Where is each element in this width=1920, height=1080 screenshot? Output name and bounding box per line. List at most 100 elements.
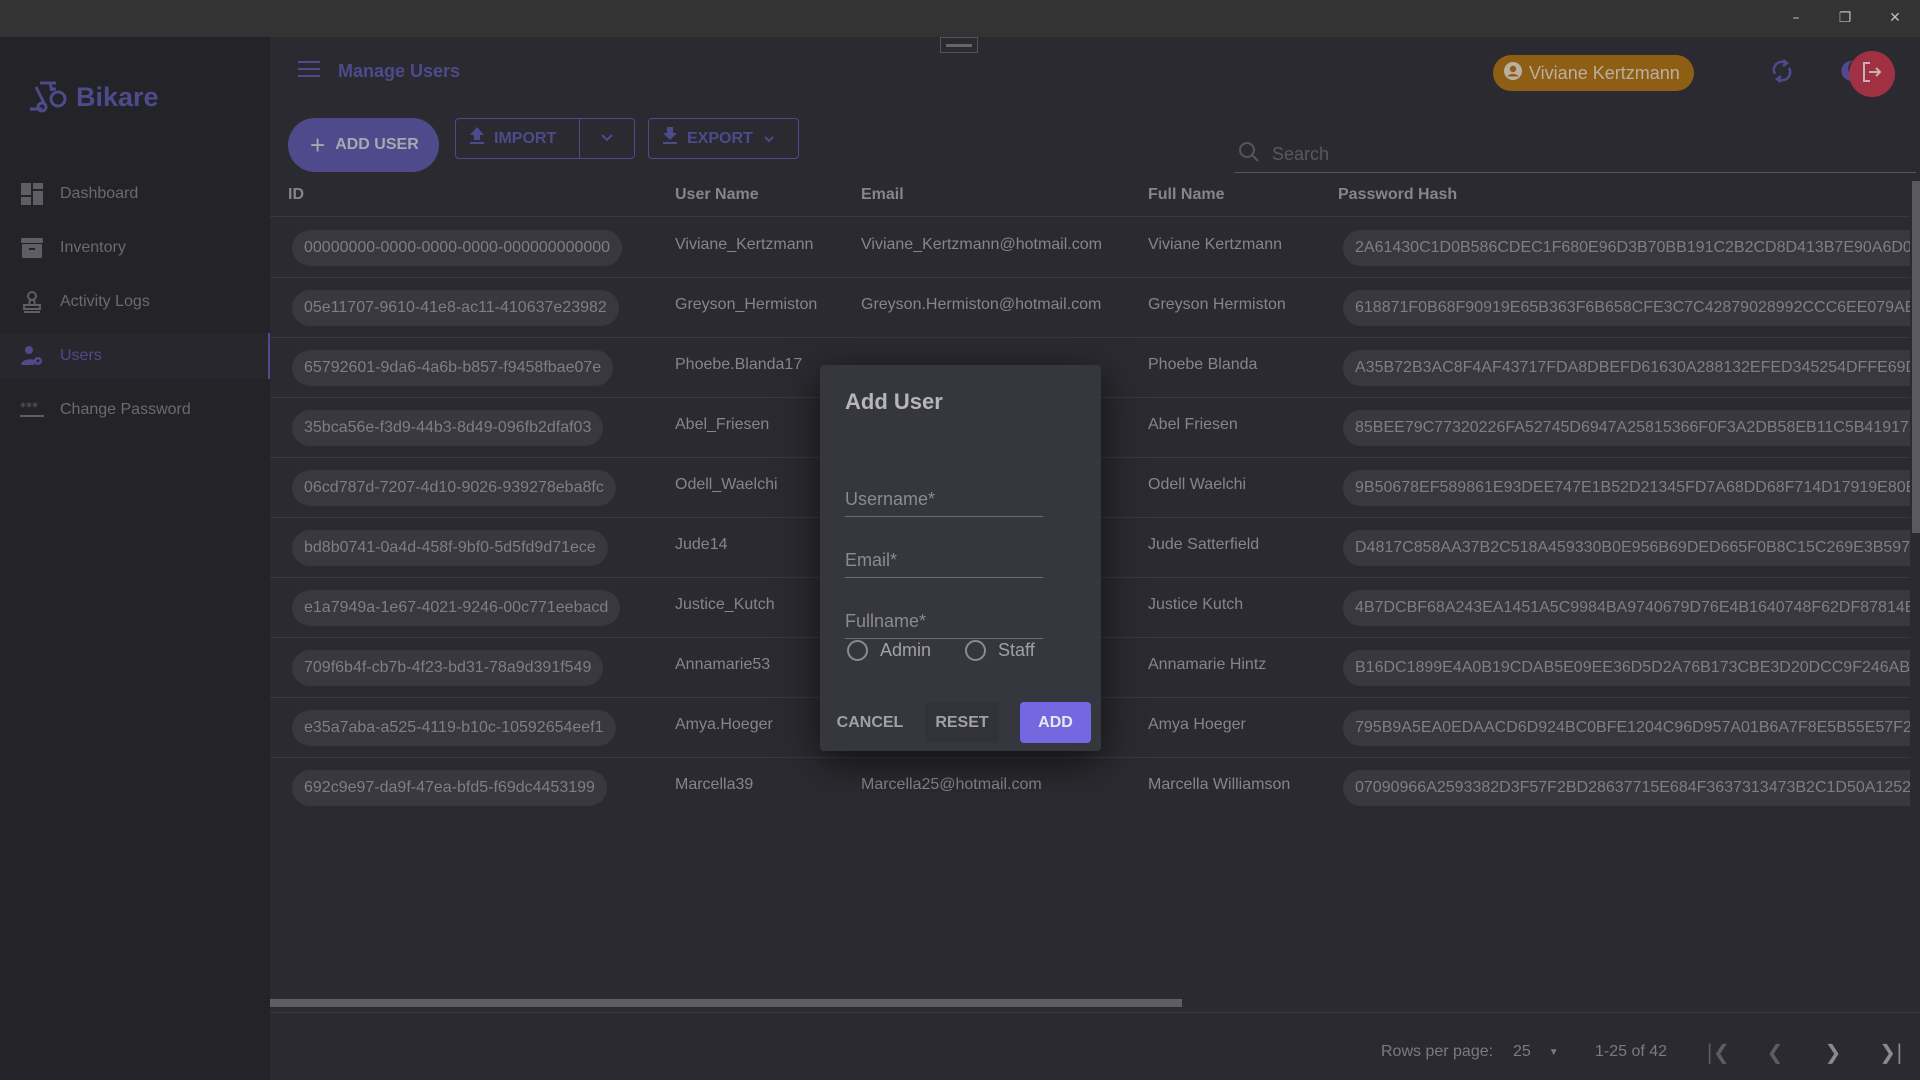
- svg-text:***: ***: [20, 401, 38, 414]
- add-user-dialog: Add User Username* Email* Fullname* Admi…: [820, 365, 1101, 751]
- user-name: Viviane Kertzmann: [1529, 62, 1680, 83]
- fullname-cell: Amya Hoeger: [1148, 716, 1246, 733]
- password-hash-chip: 795B9A5EA0EDAACD6D924BC0BFE1204C96D957A0…: [1343, 710, 1910, 746]
- email-cell: Marcella25@hotmail.com: [861, 776, 1042, 793]
- app-logo[interactable]: Bikare: [26, 77, 159, 118]
- account-icon: [1503, 61, 1523, 86]
- password-hash-chip: 9B50678EF589861E93DEE747E1B52D21345FD7A6…: [1343, 470, 1910, 506]
- username-label: Username*: [845, 489, 936, 509]
- fullname-cell: Greyson Hermiston: [1148, 296, 1286, 313]
- rows-per-page-select[interactable]: 25 ▼: [1513, 1043, 1559, 1061]
- fullname-label: Fullname*: [845, 611, 927, 631]
- password-hash-chip: 2A61430C1D0B586CDEC1F680E96D3B70BB191C2B…: [1343, 230, 1910, 266]
- restore-button[interactable]: ❐: [1830, 8, 1860, 28]
- prev-page-button[interactable]: ❮: [1760, 1037, 1790, 1067]
- next-page-button[interactable]: ❯: [1818, 1037, 1848, 1067]
- email-label: Email*: [845, 550, 898, 570]
- logout-button[interactable]: [1849, 51, 1895, 97]
- password-hash-chip: A35B72B3AC8F4AF43717FDA8DBEFD61630A28813…: [1343, 350, 1910, 386]
- add-user-button[interactable]: + ADD USER: [288, 118, 439, 172]
- id-chip: 709f6b4f-cb7b-4f23-bd31-78a9d391f549: [292, 650, 604, 686]
- pagination: Rows per page: 25 ▼ 1-25 of 42 |❮ ❮ ❯ ❯|: [270, 1012, 1920, 1080]
- reset-button[interactable]: RESET: [925, 702, 999, 743]
- window-titlebar: – ❐ ✕: [0, 0, 1920, 37]
- username-cell: Phoebe.Blanda17: [675, 356, 803, 373]
- fullname-cell: Odell Waelchi: [1148, 476, 1247, 493]
- sidebar-item-label: Users: [60, 347, 102, 364]
- username-cell: Marcella39: [675, 776, 754, 793]
- sidebar-item-inventory[interactable]: Inventory: [0, 225, 270, 271]
- drag-handle[interactable]: [940, 37, 978, 53]
- bike-logo-icon: [26, 77, 68, 118]
- add-user-label: ADD USER: [335, 136, 419, 153]
- fullname-cell: Viviane Kertzmann: [1148, 236, 1282, 253]
- password-hash-chip: 07090966A2593382D3F57F2BD28637715E684F36…: [1343, 770, 1910, 806]
- column-header-id[interactable]: ID: [288, 186, 304, 204]
- password-hash-chip: 4B7DCBF68A243EA1451A5C9984BA9740679D76E4…: [1343, 590, 1910, 626]
- username-cell: Annamarie53: [675, 656, 771, 673]
- username-cell: Greyson_Hermiston: [675, 296, 818, 313]
- plus-icon: +: [310, 129, 326, 160]
- last-page-button[interactable]: ❯|: [1876, 1037, 1906, 1067]
- table-header: ID User Name Email Full Name Password Ha…: [270, 174, 1910, 217]
- cancel-button[interactable]: CANCEL: [832, 702, 908, 743]
- username-cell: Jude14: [675, 536, 728, 553]
- admin-radio-label[interactable]: Admin: [880, 640, 931, 661]
- horizontal-scrollbar-thumb[interactable]: [270, 999, 1182, 1007]
- password-hash-chip: 85BEE79C77320226FA52745D6947A25815366F0F…: [1343, 410, 1910, 446]
- column-header-email[interactable]: Email: [861, 186, 904, 204]
- id-chip: 35bca56e-f3d9-44b3-8d49-096fb2dfaf03: [292, 410, 604, 446]
- password-hash-chip: D4817C858AA37B2C518A459330B0E956B69DED66…: [1343, 530, 1910, 566]
- username-field[interactable]: Username*: [845, 477, 1043, 517]
- fullname-cell: Annamarie Hintz: [1148, 656, 1267, 673]
- username-cell: Odell_Waelchi: [675, 476, 778, 493]
- sidebar-item-change-password[interactable]: *** Change Password: [0, 387, 270, 433]
- password-hash-chip: 618871F0B68F90919E65B363F6B658CFE3C7C428…: [1343, 290, 1910, 326]
- admin-radio[interactable]: [847, 640, 868, 661]
- staff-radio[interactable]: [965, 640, 987, 661]
- export-label: EXPORT: [687, 129, 753, 147]
- sidebar-item-users[interactable]: Users: [0, 333, 270, 379]
- horizontal-scrollbar[interactable]: [270, 999, 1920, 1008]
- fullname-field[interactable]: Fullname*: [845, 599, 1043, 639]
- import-button[interactable]: IMPORT: [455, 118, 580, 159]
- username-cell: Justice_Kutch: [675, 596, 775, 613]
- sidebar-item-label: Inventory: [60, 239, 126, 256]
- app-name: Bikare: [76, 82, 159, 112]
- staff-radio-label[interactable]: Staff: [998, 640, 1035, 661]
- refresh-button[interactable]: [1762, 53, 1802, 93]
- search-input[interactable]: Search: [1234, 137, 1916, 173]
- fullname-cell: Marcella Williamson: [1148, 776, 1291, 793]
- column-header-password-hash[interactable]: Password Hash: [1338, 186, 1457, 204]
- minimize-button[interactable]: –: [1781, 8, 1811, 28]
- chevron-down-icon: [600, 130, 614, 148]
- id-chip: 692c9e97-da9f-47ea-bfd5-f69dc4453199: [292, 770, 607, 806]
- id-chip: 05e11707-9610-41e8-ac11-410637e23982: [292, 290, 619, 326]
- download-icon: [663, 127, 677, 150]
- close-button[interactable]: ✕: [1880, 8, 1910, 28]
- rows-per-page-label: Rows per page:: [1381, 1043, 1494, 1060]
- top-bar: Manage Users Viviane Kertzmann: [270, 37, 1920, 111]
- chevron-down-icon: [763, 130, 775, 148]
- export-button[interactable]: EXPORT: [648, 118, 799, 159]
- column-header-username[interactable]: User Name: [675, 186, 759, 204]
- table-row[interactable]: 00000000-0000-0000-0000-000000000000 Vivi…: [270, 218, 1910, 278]
- column-header-fullname[interactable]: Full Name: [1148, 186, 1224, 204]
- table-row[interactable]: 05e11707-9610-41e8-ac11-410637e23982 Grey…: [270, 278, 1910, 338]
- sidebar-item-label: Activity Logs: [60, 293, 150, 310]
- id-chip: 65792601-9da6-4a6b-b857-f9458fbae07e: [292, 350, 614, 386]
- user-chip[interactable]: Viviane Kertzmann: [1493, 55, 1694, 91]
- fullname-cell: Jude Satterfield: [1148, 536, 1260, 553]
- sidebar-item-activity-logs[interactable]: Activity Logs: [0, 279, 270, 325]
- menu-icon[interactable]: [298, 61, 320, 79]
- first-page-button[interactable]: |❮: [1703, 1037, 1733, 1067]
- stamp-icon: [20, 290, 44, 314]
- archive-icon: [20, 236, 44, 260]
- add-button[interactable]: ADD: [1020, 702, 1091, 743]
- id-chip: bd8b0741-0a4d-458f-9bf0-5d5fd9d71ece: [292, 530, 608, 566]
- table-row[interactable]: 692c9e97-da9f-47ea-bfd5-f69dc4453199 Marc…: [270, 758, 1910, 814]
- import-dropdown-button[interactable]: [579, 118, 635, 159]
- sidebar-item-dashboard[interactable]: Dashboard: [0, 171, 270, 217]
- vertical-scrollbar[interactable]: [1912, 181, 1920, 533]
- email-field[interactable]: Email*: [845, 538, 1043, 578]
